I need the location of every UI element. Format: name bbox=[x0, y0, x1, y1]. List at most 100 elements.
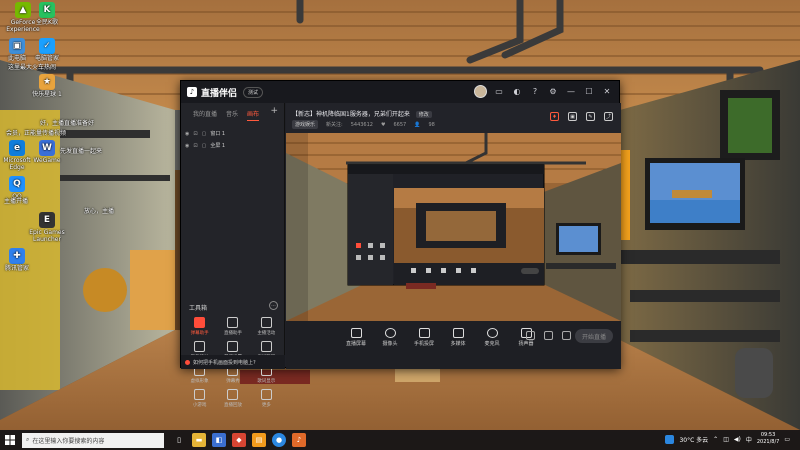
tool-more[interactable]: 更多 bbox=[250, 389, 283, 408]
grid-icon bbox=[260, 389, 272, 400]
network-icon[interactable]: ◫ bbox=[723, 436, 729, 443]
record-icon[interactable] bbox=[526, 331, 535, 340]
tool-streamer-events[interactable]: 主播活动 bbox=[250, 317, 283, 336]
eye-icon[interactable]: ◉ bbox=[185, 131, 189, 137]
app-orange-icon[interactable]: ▤ bbox=[252, 433, 266, 447]
ime-indicator[interactable]: 中 bbox=[746, 435, 752, 444]
edit-title-button[interactable]: 修改 bbox=[415, 111, 432, 118]
tool-mini-games[interactable]: 小游戏 bbox=[183, 389, 216, 408]
scene-item[interactable]: ◉ ⊡ ▢ 全屏 1 bbox=[181, 139, 284, 151]
danmaku-icon bbox=[194, 317, 206, 328]
lock-icon[interactable]: ⊡ bbox=[193, 143, 197, 149]
overlay-text: 主播开播 bbox=[4, 198, 29, 205]
tray-app-icon[interactable] bbox=[665, 434, 675, 444]
task-view-icon[interactable]: ▯ bbox=[172, 433, 186, 447]
scene-item[interactable]: ◉ ⊡ ▢ 窗口 1 bbox=[181, 127, 284, 139]
settings-icon[interactable]: ⚙ bbox=[547, 86, 559, 98]
share-icon[interactable]: ⤴ bbox=[604, 112, 613, 121]
desktop-icon-edge[interactable]: e Microsoft Edge bbox=[0, 140, 38, 171]
tab-canvas[interactable]: 画布 bbox=[247, 109, 260, 121]
viewers-icon: 👤 bbox=[414, 121, 421, 128]
window-icon: ▢ bbox=[201, 130, 207, 137]
tab-my-live[interactable]: 我的直播 bbox=[193, 109, 217, 121]
live-preview[interactable] bbox=[286, 133, 621, 321]
gift-icon[interactable]: ♦ bbox=[550, 112, 559, 121]
desktop-icon-epic[interactable]: E Epic Games Launcher bbox=[26, 212, 68, 243]
desktop-icon-happy-planet[interactable]: ★ 快乐星球 1 bbox=[26, 74, 68, 98]
chrome-icon[interactable]: ● bbox=[272, 433, 286, 447]
user-icon bbox=[227, 317, 239, 328]
gamepad-icon bbox=[194, 389, 206, 400]
lock-icon[interactable]: ⊡ bbox=[193, 131, 197, 137]
room-meta: 游戏娱乐 新关注: 5443612 ♥ 6657 👤 98 bbox=[292, 120, 435, 129]
monitor-icon bbox=[350, 328, 362, 338]
source-media-button[interactable]: 多媒体 bbox=[448, 328, 468, 347]
avatar[interactable] bbox=[474, 85, 487, 98]
app-red-icon[interactable]: ◆ bbox=[232, 433, 246, 447]
desktop-icon-qq[interactable]: Q QQ bbox=[0, 176, 38, 200]
scene-label: 全屏 1 bbox=[210, 143, 226, 149]
tab-music[interactable]: 音乐 bbox=[226, 109, 238, 121]
add-source-button[interactable]: + bbox=[270, 106, 278, 116]
source-phone-cast-button[interactable]: 手机投屏 bbox=[414, 328, 434, 347]
viewers-count: 98 bbox=[428, 121, 435, 128]
notice-bar[interactable]: 如何把手机画面投到电脑上? bbox=[181, 355, 285, 369]
chevron-up-icon[interactable]: ⌃ bbox=[713, 436, 718, 443]
desktop-icon-tencent-manager[interactable]: ✚ 腾讯管家 bbox=[0, 248, 38, 272]
copy-icon[interactable]: ▣ bbox=[568, 112, 577, 121]
desktop-icon-kge[interactable]: K 全民K歌 bbox=[26, 2, 68, 26]
phone-icon bbox=[418, 328, 430, 338]
star-icon: ★ bbox=[39, 74, 55, 90]
tool-live-assistant[interactable]: 直播助手 bbox=[216, 317, 249, 336]
store-icon[interactable]: ◧ bbox=[212, 433, 226, 447]
download-icon bbox=[227, 341, 239, 352]
source-camera-button[interactable]: 摄像头 bbox=[380, 328, 400, 347]
scene-label: 窗口 1 bbox=[210, 131, 226, 137]
desktop-icon-label: 电脑管家 bbox=[34, 55, 59, 62]
taskbar-search[interactable]: ⌕ 在这里输入你要搜索的内容 bbox=[22, 432, 164, 448]
microphone-button[interactable]: 麦克风 bbox=[482, 328, 502, 347]
fans-label: 新关注: bbox=[326, 122, 343, 128]
version-badge[interactable]: 测试 bbox=[243, 86, 264, 98]
close-button[interactable]: ✕ bbox=[601, 86, 613, 98]
toolbox-title: 工具箱 bbox=[189, 305, 208, 312]
explorer-icon[interactable]: ▬ bbox=[192, 433, 206, 447]
system-tray: 30°C 多云 ⌃ ◫ ◀) 中 09:53 2021/8/7 ▭ bbox=[665, 432, 790, 446]
room-header: 【新志】神机降临国1服务器，兄弟们开起来 修改 游戏娱乐 新关注: 544361… bbox=[286, 103, 621, 133]
kge-icon: K bbox=[39, 2, 55, 18]
edit-icon[interactable]: ✎ bbox=[586, 112, 595, 121]
start-button[interactable] bbox=[0, 430, 20, 450]
edge-icon: e bbox=[9, 140, 25, 156]
skin-icon[interactable]: ◐ bbox=[511, 86, 523, 98]
bottom-toolbar: 直播屏幕 摄像头 手机投屏 多媒体 麦克风 扬声器 开始直播 bbox=[286, 321, 621, 369]
eye-icon[interactable]: ◉ bbox=[185, 143, 189, 149]
media-icon bbox=[452, 328, 464, 338]
likes-count: 6657 bbox=[393, 121, 407, 128]
gift-icon bbox=[194, 341, 206, 352]
start-live-button[interactable]: 开始直播 bbox=[575, 329, 613, 343]
weather-text[interactable]: 30°C 多云 bbox=[679, 435, 708, 444]
notifications-icon[interactable]: ▭ bbox=[784, 436, 790, 443]
clock[interactable]: 09:53 2021/8/7 bbox=[757, 432, 779, 446]
source-screen-button[interactable]: 直播屏幕 bbox=[346, 328, 366, 347]
layout-icon[interactable] bbox=[544, 331, 553, 340]
desktop-icon-label: 此电脑 bbox=[7, 55, 26, 62]
live-companion-taskbar-icon[interactable]: ♪ bbox=[292, 433, 306, 447]
room-actions: ♦ ▣ ✎ ⤴ bbox=[550, 112, 613, 121]
toolbox-more-button[interactable]: ··· bbox=[269, 301, 278, 310]
minimize-button[interactable]: — bbox=[565, 86, 577, 98]
volume-icon[interactable]: ◀) bbox=[734, 436, 741, 443]
tool-danmaku-assistant[interactable]: 弹幕助手 bbox=[183, 317, 216, 336]
desktop-icon-label: 全民K歌 bbox=[36, 19, 58, 26]
help-icon[interactable]: ? bbox=[529, 86, 541, 98]
camera-icon bbox=[384, 328, 396, 338]
live-companion-window: ♪ 直播伴侣 测试 ▭ ◐ ? ⚙ — ☐ ✕ 我的直播 音乐 画布 + ◉ ⊡… bbox=[180, 80, 621, 408]
desktop-icon-pc-manager[interactable]: ✓ 电脑管家 bbox=[26, 38, 68, 62]
left-tabs: 我的直播 音乐 画布 bbox=[181, 103, 284, 121]
gear-icon[interactable] bbox=[562, 331, 571, 340]
maximize-button[interactable]: ☐ bbox=[583, 86, 595, 98]
category-badge[interactable]: 游戏娱乐 bbox=[292, 120, 319, 129]
tool-replay[interactable]: 直播回放 bbox=[216, 389, 249, 408]
message-icon[interactable]: ▭ bbox=[493, 86, 505, 98]
shield-check-icon: ✓ bbox=[39, 38, 55, 54]
